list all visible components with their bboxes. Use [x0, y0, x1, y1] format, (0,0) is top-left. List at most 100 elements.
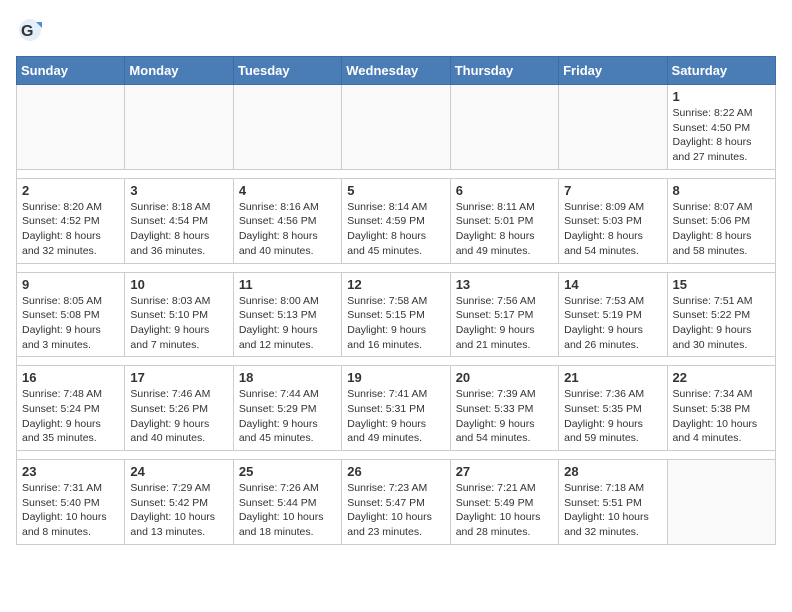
day-number: 6	[456, 183, 553, 198]
day-info: Sunrise: 8:20 AM Sunset: 4:52 PM Dayligh…	[22, 200, 119, 259]
day-number: 13	[456, 277, 553, 292]
day-info: Sunrise: 7:34 AM Sunset: 5:38 PM Dayligh…	[673, 387, 770, 446]
calendar-cell: 23 Sunrise: 7:31 AM Sunset: 5:40 PM Dayli…	[17, 460, 125, 545]
calendar-cell: 3Sunrise: 8:18 AM Sunset: 4:54 PM Daylig…	[125, 178, 233, 263]
day-info: Sunrise: 7:26 AM Sunset: 5:44 PM Dayligh…	[239, 481, 336, 540]
day-number: 27	[456, 464, 553, 479]
day-info: Sunrise: 7:29 AM Sunset: 5:42 PM Dayligh…	[130, 481, 227, 540]
calendar-week-3: 9Sunrise: 8:05 AM Sunset: 5:08 PM Daylig…	[17, 272, 776, 357]
day-info: Sunrise: 7:53 AM Sunset: 5:19 PM Dayligh…	[564, 294, 661, 353]
day-info: Sunrise: 8:14 AM Sunset: 4:59 PM Dayligh…	[347, 200, 444, 259]
day-info: Sunrise: 7:41 AM Sunset: 5:31 PM Dayligh…	[347, 387, 444, 446]
calendar-cell: 28 Sunrise: 7:18 AM Sunset: 5:51 PM Dayli…	[559, 460, 667, 545]
day-header-wednesday: Wednesday	[342, 57, 450, 85]
week-spacer	[17, 169, 776, 178]
calendar-cell: 7 Sunrise: 8:09 AM Sunset: 5:03 PM Daylig…	[559, 178, 667, 263]
day-info: Sunrise: 7:46 AM Sunset: 5:26 PM Dayligh…	[130, 387, 227, 446]
calendar-cell	[17, 85, 125, 170]
day-number: 5	[347, 183, 444, 198]
day-number: 26	[347, 464, 444, 479]
calendar-cell: 16 Sunrise: 7:48 AM Sunset: 5:24 PM Dayli…	[17, 366, 125, 451]
day-number: 28	[564, 464, 661, 479]
day-info: Sunrise: 8:07 AM Sunset: 5:06 PM Dayligh…	[673, 200, 770, 259]
day-number: 7	[564, 183, 661, 198]
day-info: Sunrise: 7:44 AM Sunset: 5:29 PM Dayligh…	[239, 387, 336, 446]
logo-icon: G	[16, 16, 44, 44]
day-number: 12	[347, 277, 444, 292]
day-info: Sunrise: 8:05 AM Sunset: 5:08 PM Dayligh…	[22, 294, 119, 353]
day-info: Sunrise: 7:31 AM Sunset: 5:40 PM Dayligh…	[22, 481, 119, 540]
day-header-saturday: Saturday	[667, 57, 775, 85]
calendar-cell: 13 Sunrise: 7:56 AM Sunset: 5:17 PM Dayli…	[450, 272, 558, 357]
day-info: Sunrise: 7:58 AM Sunset: 5:15 PM Dayligh…	[347, 294, 444, 353]
calendar-cell: 20 Sunrise: 7:39 AM Sunset: 5:33 PM Dayli…	[450, 366, 558, 451]
day-number: 15	[673, 277, 770, 292]
day-header-sunday: Sunday	[17, 57, 125, 85]
calendar-cell: 5 Sunrise: 8:14 AM Sunset: 4:59 PM Daylig…	[342, 178, 450, 263]
day-info: Sunrise: 8:03 AM Sunset: 5:10 PM Dayligh…	[130, 294, 227, 353]
calendar-cell: 9Sunrise: 8:05 AM Sunset: 5:08 PM Daylig…	[17, 272, 125, 357]
week-spacer	[17, 357, 776, 366]
calendar-week-2: 2 Sunrise: 8:20 AM Sunset: 4:52 PM Daylig…	[17, 178, 776, 263]
calendar-cell: 19Sunrise: 7:41 AM Sunset: 5:31 PM Dayli…	[342, 366, 450, 451]
day-info: Sunrise: 7:18 AM Sunset: 5:51 PM Dayligh…	[564, 481, 661, 540]
calendar-cell: 17 Sunrise: 7:46 AM Sunset: 5:26 PM Dayli…	[125, 366, 233, 451]
calendar-cell: 22Sunrise: 7:34 AM Sunset: 5:38 PM Dayli…	[667, 366, 775, 451]
day-info: Sunrise: 7:39 AM Sunset: 5:33 PM Dayligh…	[456, 387, 553, 446]
day-header-tuesday: Tuesday	[233, 57, 341, 85]
week-spacer	[17, 263, 776, 272]
calendar-table: SundayMondayTuesdayWednesdayThursdayFrid…	[16, 56, 776, 545]
calendar-cell: 8 Sunrise: 8:07 AM Sunset: 5:06 PM Daylig…	[667, 178, 775, 263]
day-number: 16	[22, 370, 119, 385]
calendar-cell: 21 Sunrise: 7:36 AM Sunset: 5:35 PM Dayli…	[559, 366, 667, 451]
calendar-cell: 27Sunrise: 7:21 AM Sunset: 5:49 PM Dayli…	[450, 460, 558, 545]
calendar-cell: 24Sunrise: 7:29 AM Sunset: 5:42 PM Dayli…	[125, 460, 233, 545]
calendar-cell: 12 Sunrise: 7:58 AM Sunset: 5:15 PM Dayli…	[342, 272, 450, 357]
day-info: Sunrise: 7:51 AM Sunset: 5:22 PM Dayligh…	[673, 294, 770, 353]
day-info: Sunrise: 7:48 AM Sunset: 5:24 PM Dayligh…	[22, 387, 119, 446]
day-info: Sunrise: 8:09 AM Sunset: 5:03 PM Dayligh…	[564, 200, 661, 259]
day-header-thursday: Thursday	[450, 57, 558, 85]
day-number: 20	[456, 370, 553, 385]
calendar-cell: 1Sunrise: 8:22 AM Sunset: 4:50 PM Daylig…	[667, 85, 775, 170]
day-info: Sunrise: 7:23 AM Sunset: 5:47 PM Dayligh…	[347, 481, 444, 540]
calendar-week-5: 23 Sunrise: 7:31 AM Sunset: 5:40 PM Dayli…	[17, 460, 776, 545]
day-number: 14	[564, 277, 661, 292]
day-number: 2	[22, 183, 119, 198]
calendar-cell: 10 Sunrise: 8:03 AM Sunset: 5:10 PM Dayli…	[125, 272, 233, 357]
day-info: Sunrise: 7:56 AM Sunset: 5:17 PM Dayligh…	[456, 294, 553, 353]
day-info: Sunrise: 8:11 AM Sunset: 5:01 PM Dayligh…	[456, 200, 553, 259]
svg-text:G: G	[21, 23, 33, 40]
calendar-cell: 11Sunrise: 8:00 AM Sunset: 5:13 PM Dayli…	[233, 272, 341, 357]
calendar-cell	[450, 85, 558, 170]
logo: G	[16, 16, 46, 44]
day-number: 17	[130, 370, 227, 385]
calendar-cell: 18 Sunrise: 7:44 AM Sunset: 5:29 PM Dayli…	[233, 366, 341, 451]
day-info: Sunrise: 8:16 AM Sunset: 4:56 PM Dayligh…	[239, 200, 336, 259]
calendar-header-row: SundayMondayTuesdayWednesdayThursdayFrid…	[17, 57, 776, 85]
calendar-cell: 14 Sunrise: 7:53 AM Sunset: 5:19 PM Dayli…	[559, 272, 667, 357]
calendar-cell	[667, 460, 775, 545]
day-number: 23	[22, 464, 119, 479]
day-header-friday: Friday	[559, 57, 667, 85]
calendar-cell	[125, 85, 233, 170]
page-header: G	[16, 16, 776, 44]
day-number: 21	[564, 370, 661, 385]
calendar-cell: 4 Sunrise: 8:16 AM Sunset: 4:56 PM Daylig…	[233, 178, 341, 263]
calendar-cell	[559, 85, 667, 170]
day-number: 11	[239, 277, 336, 292]
calendar-week-4: 16 Sunrise: 7:48 AM Sunset: 5:24 PM Dayli…	[17, 366, 776, 451]
day-number: 10	[130, 277, 227, 292]
day-number: 18	[239, 370, 336, 385]
calendar-cell	[233, 85, 341, 170]
day-info: Sunrise: 7:36 AM Sunset: 5:35 PM Dayligh…	[564, 387, 661, 446]
day-number: 25	[239, 464, 336, 479]
week-spacer	[17, 451, 776, 460]
day-number: 8	[673, 183, 770, 198]
calendar-cell: 26 Sunrise: 7:23 AM Sunset: 5:47 PM Dayli…	[342, 460, 450, 545]
calendar-cell: 25 Sunrise: 7:26 AM Sunset: 5:44 PM Dayli…	[233, 460, 341, 545]
calendar-cell	[342, 85, 450, 170]
day-info: Sunrise: 8:22 AM Sunset: 4:50 PM Dayligh…	[673, 106, 770, 165]
day-number: 4	[239, 183, 336, 198]
day-header-monday: Monday	[125, 57, 233, 85]
